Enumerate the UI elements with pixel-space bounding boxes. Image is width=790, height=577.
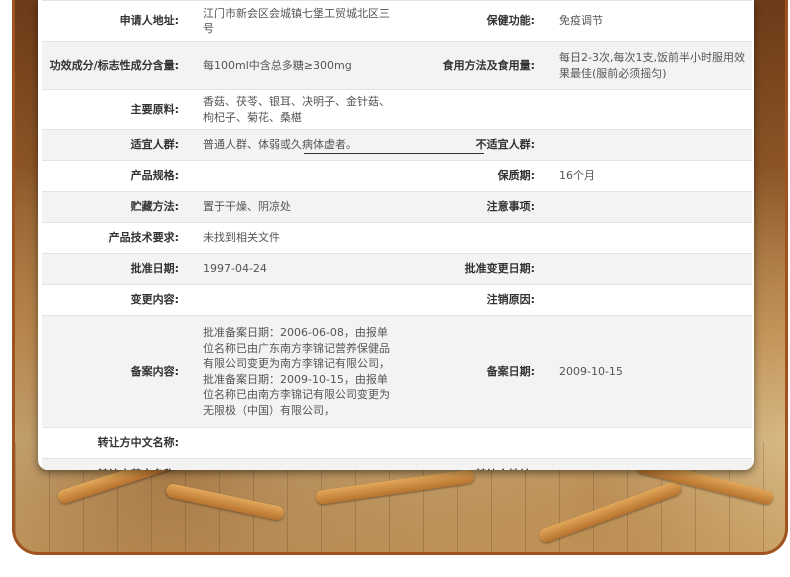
field-value	[197, 458, 396, 470]
table-row: 申请人地址: 江门市新会区会城镇七堡工贸城北区三号 保健功能: 免疫调节	[42, 0, 752, 42]
field-value: 16个月	[553, 160, 752, 192]
field-value	[553, 129, 752, 161]
field-value	[553, 458, 752, 470]
field-value	[553, 427, 752, 459]
field-label: 保质期:	[396, 160, 553, 192]
table-row: 批准日期: 1997-04-24 批准变更日期:	[42, 253, 752, 285]
field-label: 批准变更日期:	[396, 253, 553, 285]
field-label: 不适宜人群:	[396, 129, 553, 161]
field-label: 申请人地址:	[42, 0, 197, 42]
field-label: 备案日期:	[396, 315, 553, 428]
field-label	[396, 222, 553, 254]
field-value: 香菇、茯苓、银耳、决明子、金针菇、枸杞子、菊花、桑椹	[197, 89, 396, 130]
field-label: 转让方英文名称:	[42, 458, 197, 470]
field-label: 变更内容:	[42, 284, 197, 316]
table-row: 产品规格: 保质期: 16个月	[42, 160, 752, 192]
table-row: 主要原料: 香菇、茯苓、银耳、决明子、金针菇、枸杞子、菊花、桑椹	[42, 89, 752, 130]
field-value: 置于干燥、阴凉处	[197, 191, 396, 223]
field-value: 2009-10-15	[553, 315, 752, 428]
field-value: 每100ml中含总多糖≥300mg	[197, 41, 396, 90]
field-label: 注销原因:	[396, 284, 553, 316]
table-row: 适宜人群: 普通人群、体弱或久病体虚者。 不适宜人群:	[42, 129, 752, 161]
field-value	[553, 89, 752, 130]
field-value: 每日2-3次,每次1支,饭前半小时服用效果最佳(服前必须摇匀)	[553, 41, 752, 90]
field-label: 注意事项:	[396, 191, 553, 223]
table-row: 备案内容: 批准备案日期：2006-06-08，由报单位名称已由广东南方李锦记营养…	[42, 315, 752, 428]
field-label: 功效成分/标志性成分含量:	[42, 41, 197, 90]
product-info-card: 申请人地址: 江门市新会区会城镇七堡工贸城北区三号 保健功能: 免疫调节 功效成分/标志…	[38, 0, 754, 470]
field-label: 主要原料:	[42, 89, 197, 130]
field-value: 未找到相关文件	[197, 222, 396, 254]
table-row: 贮藏方法: 置于干燥、阴凉处 注意事项:	[42, 191, 752, 223]
text-underline	[304, 152, 484, 154]
field-label	[396, 427, 553, 459]
field-value: 普通人群、体弱或久病体虚者。	[197, 129, 396, 161]
field-value: 1997-04-24	[197, 253, 396, 285]
field-label: 转让方中文名称:	[42, 427, 197, 459]
field-label: 备案内容:	[42, 315, 197, 428]
field-value	[553, 191, 752, 223]
field-value: 免疫调节	[553, 0, 752, 42]
field-value	[553, 284, 752, 316]
field-label: 转让方地址:	[396, 458, 553, 470]
field-value	[197, 160, 396, 192]
field-value: 批准备案日期：2006-06-08，由报单位名称已由广东南方李锦记营养保健品有限…	[197, 315, 396, 428]
field-label	[396, 89, 553, 130]
table-row: 转让方英文名称: 转让方地址:	[42, 458, 752, 470]
field-value	[553, 253, 752, 285]
table-row: 转让方中文名称:	[42, 427, 752, 459]
field-label: 产品技术要求:	[42, 222, 197, 254]
field-label: 批准日期:	[42, 253, 197, 285]
field-label: 产品规格:	[42, 160, 197, 192]
field-value	[553, 222, 752, 254]
table-row: 产品技术要求: 未找到相关文件	[42, 222, 752, 254]
field-label: 保健功能:	[396, 0, 553, 42]
table-row: 功效成分/标志性成分含量: 每100ml中含总多糖≥300mg 食用方法及食用量: 每…	[42, 41, 752, 90]
table-row: 变更内容: 注销原因:	[42, 284, 752, 316]
field-value	[197, 284, 396, 316]
product-info-table: 申请人地址: 江门市新会区会城镇七堡工贸城北区三号 保健功能: 免疫调节 功效成分/标志…	[42, 0, 752, 470]
field-label: 食用方法及食用量:	[396, 41, 553, 90]
field-value	[197, 427, 396, 459]
field-label: 适宜人群:	[42, 129, 197, 161]
field-value: 江门市新会区会城镇七堡工贸城北区三号	[197, 0, 396, 42]
field-label: 贮藏方法:	[42, 191, 197, 223]
